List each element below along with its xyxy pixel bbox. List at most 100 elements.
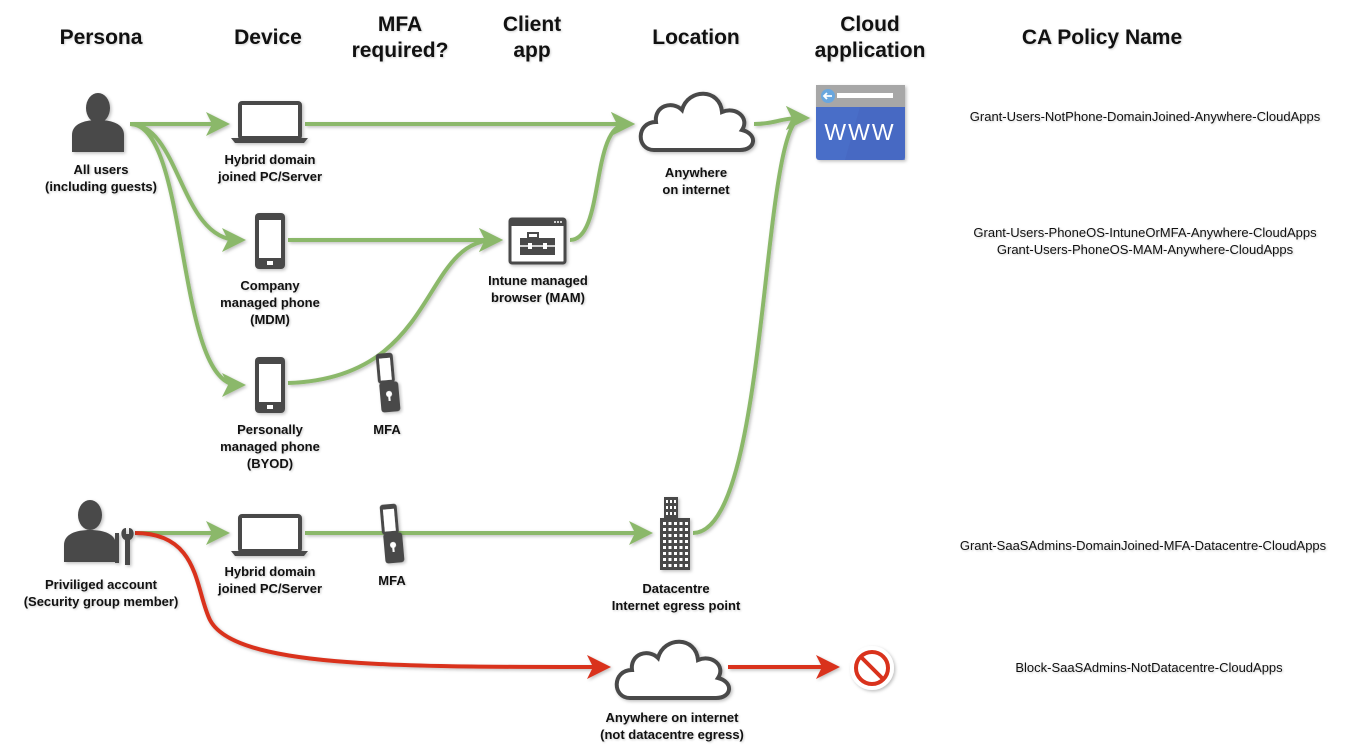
cloud-icon xyxy=(614,639,731,700)
building-window xyxy=(679,522,683,525)
policy-saasadmins-grant: Grant-SaaSAdmins-DomainJoined-MFA-Datace… xyxy=(960,537,1326,554)
label-line: browser (MAM) xyxy=(491,290,585,305)
building-window xyxy=(685,546,688,549)
label-line: (including guests) xyxy=(45,179,157,194)
label-line: Hybrid domain xyxy=(224,152,316,167)
building-window xyxy=(663,552,666,555)
building-window xyxy=(668,558,672,561)
label-line: (Security group member) xyxy=(23,594,179,609)
policy-name: Grant-Users-NotPhone-DomainJoined-Anywhe… xyxy=(969,109,1321,124)
header-cloud-line: application xyxy=(814,39,926,62)
label-line: Datacentre xyxy=(642,581,710,596)
building-window xyxy=(666,506,668,509)
building-window xyxy=(663,564,666,567)
header-mfa-line: MFA xyxy=(377,13,423,36)
building-window xyxy=(674,546,677,549)
building-window xyxy=(668,564,672,567)
policy-name: Block-SaaSAdmins-NotDatacentre-CloudApps xyxy=(1015,660,1283,675)
building-window xyxy=(670,506,672,509)
label-line: managed phone xyxy=(220,295,320,310)
building-window xyxy=(663,528,666,531)
building-window xyxy=(674,528,677,531)
building-window xyxy=(663,558,666,561)
policy-name: Grant-Users-PhoneOS-MAM-Anywhere-CloudAp… xyxy=(996,242,1294,257)
building-window xyxy=(666,500,668,503)
header-client-app: Client app xyxy=(503,12,561,64)
policy-name: Grant-Users-PhoneOS-IntuneOrMFA-Anywhere… xyxy=(973,225,1317,240)
building-window xyxy=(666,512,668,515)
label-line: Anywhere on internet xyxy=(605,710,739,725)
building-window xyxy=(668,528,672,531)
building-window xyxy=(674,564,677,567)
flow-admin-to-anywhere-blocked xyxy=(134,531,611,680)
phone-icon xyxy=(255,213,285,269)
building-window xyxy=(679,546,683,549)
building-window xyxy=(674,506,676,509)
header-device: Device xyxy=(234,26,302,49)
label-mfa2: MFA xyxy=(378,573,406,588)
user-icon xyxy=(72,93,124,152)
building-window xyxy=(663,534,666,537)
building-window xyxy=(679,558,683,561)
building-window xyxy=(674,558,677,561)
policy-saasadmins-block: Block-SaaSAdmins-NotDatacentre-CloudApps xyxy=(1015,659,1282,676)
building-window xyxy=(679,564,683,567)
label-datacentre: Datacentre Internet egress point xyxy=(612,580,741,614)
label-line: on internet xyxy=(662,182,730,197)
label-line: joined PC/Server xyxy=(217,581,323,596)
cloud-icon xyxy=(638,91,755,152)
building-window xyxy=(663,540,666,543)
building-window xyxy=(679,528,683,531)
building-icon xyxy=(660,497,690,570)
header-persona: Persona xyxy=(59,26,143,49)
label-line: Company xyxy=(240,278,300,293)
label-line: (not datacentre egress) xyxy=(600,727,744,742)
building-window xyxy=(685,528,688,531)
header-location: Location xyxy=(652,26,740,49)
label-line: managed phone xyxy=(220,439,320,454)
label-hybrid-pc: Hybrid domain joined PC/Server xyxy=(218,151,322,185)
building-window xyxy=(674,534,677,537)
building-window xyxy=(668,540,672,543)
mfa-phone-lock-icon xyxy=(375,352,401,413)
building-window xyxy=(670,500,672,503)
header-cloud-line: Cloud xyxy=(840,13,900,36)
label-line: (BYOD) xyxy=(246,456,294,471)
laptop-icon xyxy=(231,101,308,143)
building-window xyxy=(670,512,672,515)
building-window xyxy=(674,512,676,515)
label-line: joined PC/Server xyxy=(217,169,323,184)
www-icon: WWW xyxy=(816,85,905,160)
label-line: All users xyxy=(73,162,129,177)
flow-browser-to-internet xyxy=(569,112,635,242)
building-window xyxy=(668,534,672,537)
building-window xyxy=(679,534,683,537)
label-personal-phone: Personally managed phone (BYOD) xyxy=(220,421,320,472)
label-line: Intune managed xyxy=(488,273,588,288)
header-policy: CA Policy Name xyxy=(1021,26,1183,49)
policy-name: Grant-SaaSAdmins-DomainJoined-MFA-Datace… xyxy=(959,538,1327,553)
mfa-phone-lock-icon xyxy=(379,503,405,564)
header-cloud-app: Cloud application xyxy=(815,12,926,64)
browser-briefcase-icon xyxy=(508,217,567,265)
label-mfa: MFA xyxy=(373,422,401,437)
label-line: Hybrid domain xyxy=(224,564,316,579)
header-mfa: MFA required? xyxy=(352,12,449,64)
building-window xyxy=(679,552,683,555)
building-window xyxy=(668,552,672,555)
building-window xyxy=(685,552,688,555)
building-window xyxy=(674,522,677,525)
header-client-line: Client xyxy=(502,13,562,36)
www-text: WWW xyxy=(824,119,895,145)
label-intune-browser: Intune managed browser (MAM) xyxy=(488,272,588,306)
building-window xyxy=(685,522,688,525)
building-window xyxy=(679,540,683,543)
building-window xyxy=(663,546,666,549)
label-line: (MDM) xyxy=(250,312,290,327)
building-window xyxy=(685,564,688,567)
building-window xyxy=(674,500,676,503)
label-line: Anywhere xyxy=(664,165,728,180)
building-window xyxy=(668,546,672,549)
label-company-phone: Company managed phone (MDM) xyxy=(220,277,320,328)
label-line: Internet egress point xyxy=(611,598,741,613)
